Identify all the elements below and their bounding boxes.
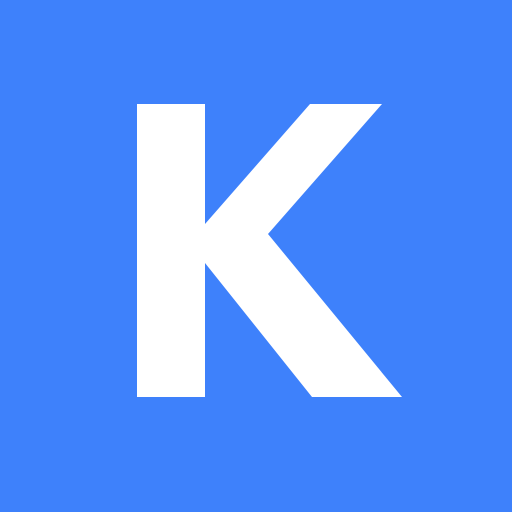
logo-tile: [0, 0, 512, 512]
k-glyph-shape: [137, 104, 402, 397]
logo-letter-k: [137, 104, 402, 397]
